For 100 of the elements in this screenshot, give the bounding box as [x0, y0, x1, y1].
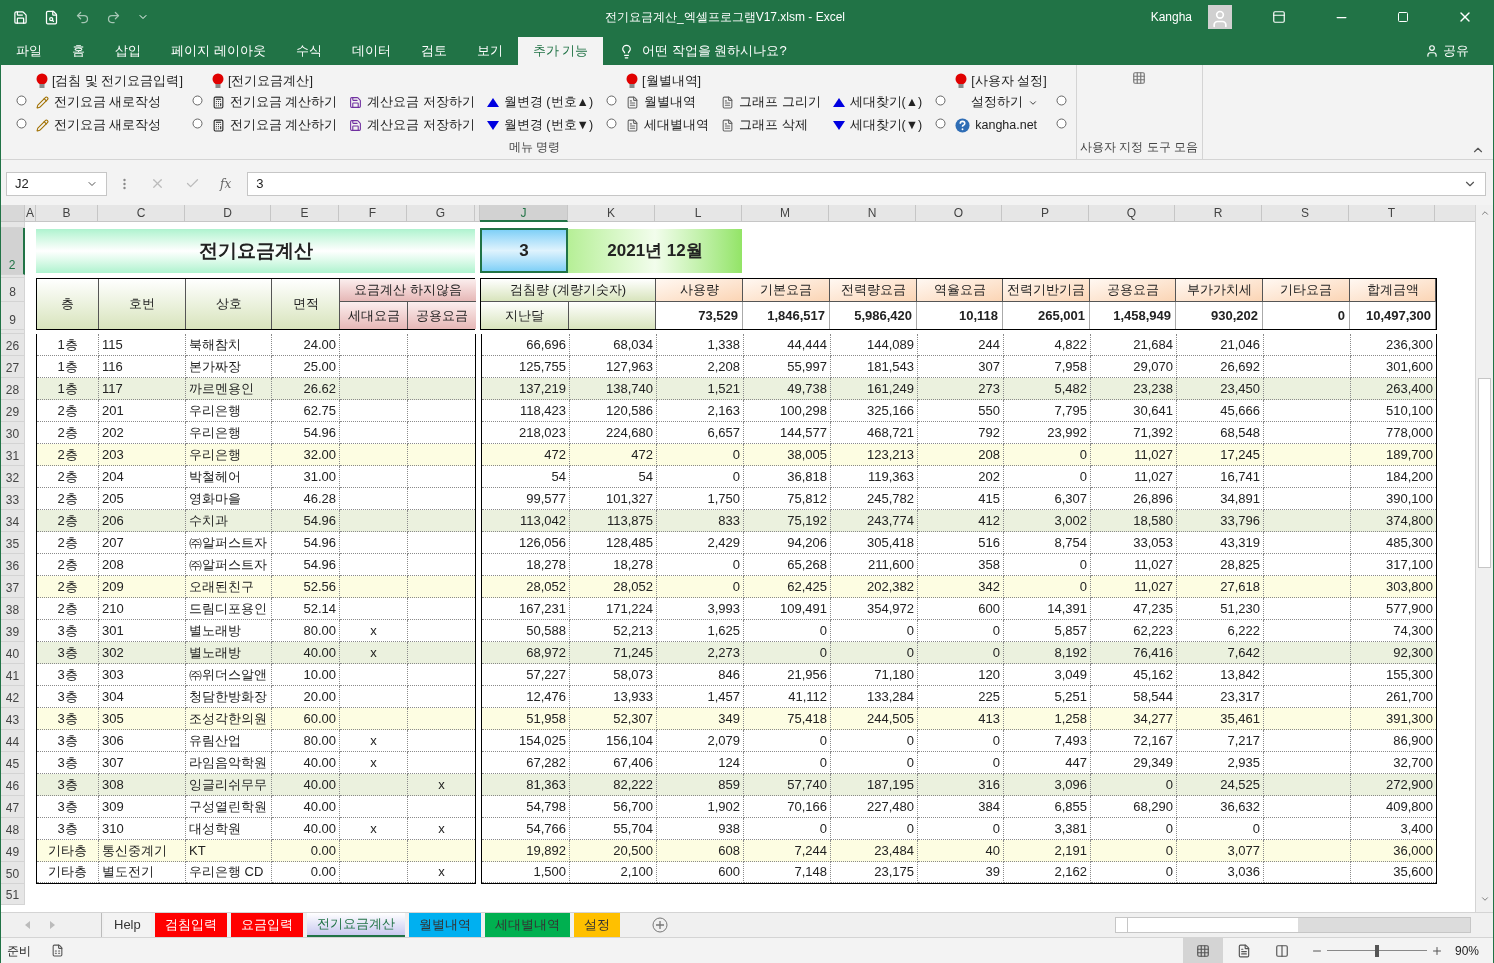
row-header[interactable]: 27 — [1, 356, 25, 378]
radio-icon[interactable] — [935, 95, 947, 106]
ribbon-tab[interactable]: 파일 — [1, 37, 57, 65]
row-header[interactable]: 48 — [1, 818, 25, 840]
ribbon-button[interactable]: 전기요금 새로작성 — [36, 91, 183, 114]
column-header[interactable]: E — [271, 205, 339, 222]
vertical-scrollbar[interactable] — [1475, 205, 1493, 912]
ribbon-button[interactable]: 세대찾기(▲) — [832, 91, 927, 114]
sheet-tab[interactable]: 설정 — [573, 913, 620, 937]
ribbon-tab[interactable]: 보기 — [461, 37, 518, 65]
row-header[interactable]: 49 — [1, 840, 25, 862]
ribbon-tab[interactable]: 홈 — [57, 37, 100, 65]
column-header[interactable]: A — [25, 205, 36, 222]
ribbon-tab[interactable]: 추가 기능 — [517, 37, 604, 65]
row-header[interactable]: 46 — [1, 774, 25, 796]
radio-icon[interactable] — [16, 95, 27, 106]
column-header[interactable]: K — [568, 205, 655, 222]
ribbon-button[interactable]: 계산요금 저장하기 — [349, 114, 479, 137]
row-header[interactable]: 8 — [1, 278, 25, 302]
ribbon-button[interactable]: 월변경 (번호▲) — [486, 91, 598, 114]
page-break-icon[interactable] — [1274, 943, 1289, 958]
column-header[interactable]: N — [829, 205, 916, 222]
maximize-icon[interactable] — [1397, 11, 1409, 23]
column-header[interactable]: Q — [1089, 205, 1175, 222]
add-sheet-icon[interactable] — [651, 917, 668, 933]
ribbon-display-icon[interactable] — [1272, 10, 1286, 24]
share-button[interactable]: 공유 — [1443, 41, 1469, 61]
tell-me-field[interactable]: 어떤 작업을 원하시나요? — [642, 41, 787, 61]
redo-icon[interactable] — [106, 9, 121, 25]
zoom-thumb[interactable] — [1374, 944, 1379, 957]
row-header[interactable]: 50 — [1, 862, 25, 884]
column-header[interactable]: C — [98, 205, 185, 222]
ribbon-button[interactable]: 그래프 그리기 — [721, 91, 825, 114]
ribbon-button[interactable]: 월변경 (번호▼) — [486, 114, 598, 137]
row-header[interactable]: 43 — [1, 708, 25, 730]
row-header[interactable]: 40 — [1, 642, 25, 664]
row-header[interactable]: 45 — [1, 752, 25, 774]
row-header[interactable]: 42 — [1, 686, 25, 708]
ribbon-tab[interactable]: 삽입 — [100, 37, 156, 65]
row-header[interactable]: 34 — [1, 510, 25, 532]
scroll-down-icon[interactable] — [1479, 894, 1490, 904]
row-header[interactable]: 32 — [1, 466, 25, 488]
name-box[interactable]: J2 — [6, 171, 107, 196]
macro-record-icon[interactable] — [51, 944, 64, 957]
row-header[interactable]: 36 — [1, 554, 25, 576]
column-header[interactable]: M — [742, 205, 829, 222]
row-header[interactable]: 29 — [1, 400, 25, 422]
undo-icon[interactable] — [75, 9, 90, 25]
scroll-up-icon[interactable] — [1479, 208, 1490, 218]
ribbon-button[interactable]: 전기요금 계산하기 — [211, 114, 342, 137]
row-header[interactable]: 41 — [1, 664, 25, 686]
sheet-tab[interactable]: 세대별내역 — [484, 913, 570, 937]
print-preview-icon[interactable] — [44, 9, 59, 25]
column-header[interactable]: G — [407, 205, 475, 222]
radio-icon[interactable] — [606, 95, 618, 106]
ribbon-button[interactable]: 설정하기 — [955, 91, 1047, 114]
ribbon-button[interactable]: 세대찾기(▼) — [832, 114, 927, 137]
radio-icon[interactable] — [191, 118, 203, 129]
ribbon-tab[interactable]: 수식 — [280, 37, 337, 65]
column-header[interactable]: D — [185, 205, 271, 222]
horizontal-scrollbar[interactable] — [1115, 917, 1471, 933]
ribbon-button[interactable]: 전기요금 계산하기 — [211, 91, 342, 114]
sheet-tab[interactable]: 요금입력 — [230, 913, 303, 937]
row-header[interactable]: 31 — [1, 444, 25, 466]
ribbon-button[interactable]: 세대별내역 — [626, 114, 714, 137]
radio-icon[interactable] — [1055, 95, 1067, 106]
ribbon-button[interactable]: kangha.net — [955, 114, 1047, 137]
column-header[interactable]: P — [1002, 205, 1089, 222]
radio-icon[interactable] — [191, 95, 203, 106]
sheet-tab[interactable]: 전기요금계산 — [306, 913, 405, 937]
column-header[interactable]: L — [655, 205, 742, 222]
save-icon[interactable] — [13, 9, 28, 25]
row-header[interactable]: 30 — [1, 422, 25, 444]
ribbon-tab[interactable]: 페이지 레이아웃 — [156, 37, 281, 65]
row-header[interactable]: 39 — [1, 620, 25, 642]
row-header[interactable]: 28 — [1, 378, 25, 400]
row-header[interactable]: 26 — [1, 334, 25, 356]
column-header[interactable]: F — [339, 205, 407, 222]
active-cell[interactable]: 3 — [480, 228, 568, 273]
column-header[interactable]: R — [1175, 205, 1262, 222]
sheet-tab[interactable]: 월별내역 — [408, 913, 481, 937]
row-header[interactable]: 51 — [1, 884, 25, 905]
scrollbar-thumb[interactable] — [1478, 378, 1491, 568]
row-header[interactable]: 47 — [1, 796, 25, 818]
toolbar-grid-icon[interactable] — [1132, 71, 1147, 85]
ribbon-tab[interactable]: 데이터 — [336, 37, 406, 65]
row-header[interactable]: 35 — [1, 532, 25, 554]
row-header[interactable]: 38 — [1, 598, 25, 620]
column-header[interactable]: T — [1349, 205, 1435, 222]
radio-icon[interactable] — [1055, 118, 1067, 129]
formula-input[interactable]: 3 — [247, 171, 1486, 196]
ribbon-button[interactable]: 그래프 삭제 — [721, 114, 825, 137]
ribbon-tab[interactable]: 검토 — [405, 37, 462, 65]
ribbon-button[interactable]: 월별내역 — [626, 91, 714, 114]
row-header[interactable]: 37 — [1, 576, 25, 598]
sheet-tab[interactable]: 검침입력 — [154, 913, 227, 937]
zoom-slider[interactable] — [1326, 944, 1427, 957]
radio-icon[interactable] — [935, 118, 947, 129]
normal-view-button[interactable] — [1182, 938, 1223, 963]
page-layout-icon[interactable] — [1236, 943, 1251, 958]
